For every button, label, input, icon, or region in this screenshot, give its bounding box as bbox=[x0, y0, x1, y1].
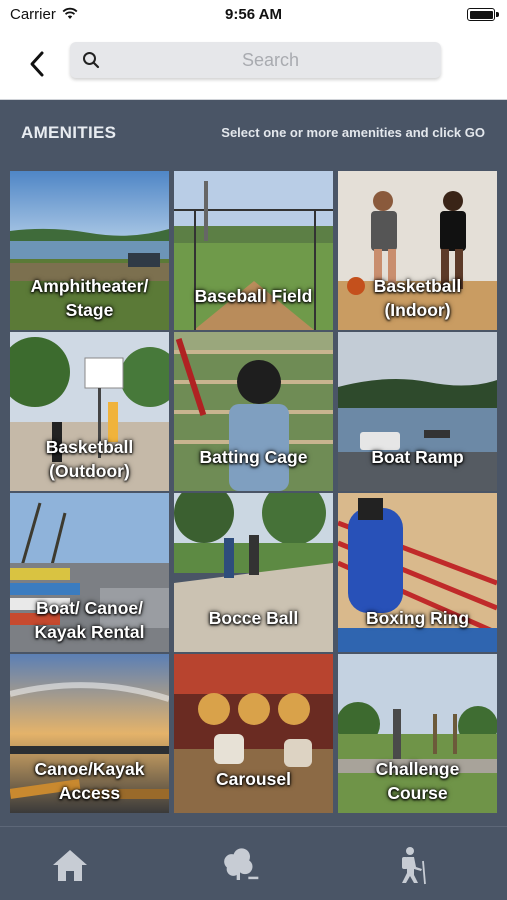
instruction-text: Select one or more amenities and click G… bbox=[221, 125, 485, 140]
home-icon[interactable] bbox=[50, 845, 90, 885]
section-title: AMENITIES bbox=[21, 123, 117, 142]
search-input[interactable] bbox=[110, 42, 431, 78]
amenity-tile-batting-cage[interactable]: Batting Cage bbox=[174, 332, 333, 491]
amenity-label: Boat Ramp bbox=[371, 447, 464, 467]
amenity-label: Carousel bbox=[216, 769, 291, 789]
amenity-tile-bocce-ball[interactable]: Bocce Ball bbox=[174, 493, 333, 652]
search-icon bbox=[83, 52, 100, 69]
status-time: 9:56 AM bbox=[225, 6, 282, 23]
amenity-tile-basketball-indoor[interactable]: Basketball (Indoor) bbox=[338, 171, 497, 330]
amenity-label: Baseball Field bbox=[194, 286, 313, 306]
amenity-tile-challenge-course[interactable]: Challenge Course bbox=[338, 654, 497, 813]
search-bar[interactable] bbox=[70, 42, 441, 78]
hiker-icon[interactable] bbox=[392, 845, 432, 885]
tab-bar bbox=[0, 826, 507, 900]
status-bar: Carrier 9:56 AM bbox=[0, 0, 507, 30]
amenity-tile-boat-canoe-kayak-rental[interactable]: Boat/ Canoe/Kayak Rental bbox=[10, 493, 169, 652]
amenity-label: Boxing Ring bbox=[365, 608, 470, 628]
amenity-label: Amphitheater/Stage bbox=[30, 276, 149, 320]
amenity-label: Basketball (Outdoor) bbox=[45, 437, 134, 481]
navigation-bar bbox=[0, 30, 507, 100]
amenity-tile-boxing-ring[interactable]: Boxing Ring bbox=[338, 493, 497, 652]
chevron-left-icon[interactable] bbox=[24, 48, 54, 80]
amenities-header: AMENITIES Select one or more amenities a… bbox=[0, 100, 507, 170]
amenity-tile-carousel[interactable]: Carousel bbox=[174, 654, 333, 813]
amenity-label: Basketball (Indoor) bbox=[373, 276, 462, 320]
amenity-tile-baseball-field[interactable]: Baseball Field bbox=[174, 171, 333, 330]
amenity-tile-canoe-kayak-access[interactable]: Canoe/Kayak Access bbox=[10, 654, 169, 813]
amenity-label: Bocce Ball bbox=[208, 608, 299, 628]
tree-icon[interactable] bbox=[220, 845, 260, 885]
amenity-label: Canoe/Kayak Access bbox=[34, 759, 145, 803]
amenities-grid: Amphitheater/Stage Baseball Field Basket… bbox=[10, 171, 497, 815]
amenity-label: Challenge Course bbox=[375, 759, 460, 803]
amenity-tile-basketball-outdoor[interactable]: Basketball (Outdoor) bbox=[10, 332, 169, 491]
amenity-tile-boat-ramp[interactable]: Boat Ramp bbox=[338, 332, 497, 491]
battery-icon bbox=[467, 8, 499, 21]
amenity-label: Boat/ Canoe/Kayak Rental bbox=[34, 598, 145, 642]
amenity-tile-amphitheater-stage[interactable]: Amphitheater/Stage bbox=[10, 171, 169, 330]
amenity-label: Batting Cage bbox=[199, 447, 308, 467]
